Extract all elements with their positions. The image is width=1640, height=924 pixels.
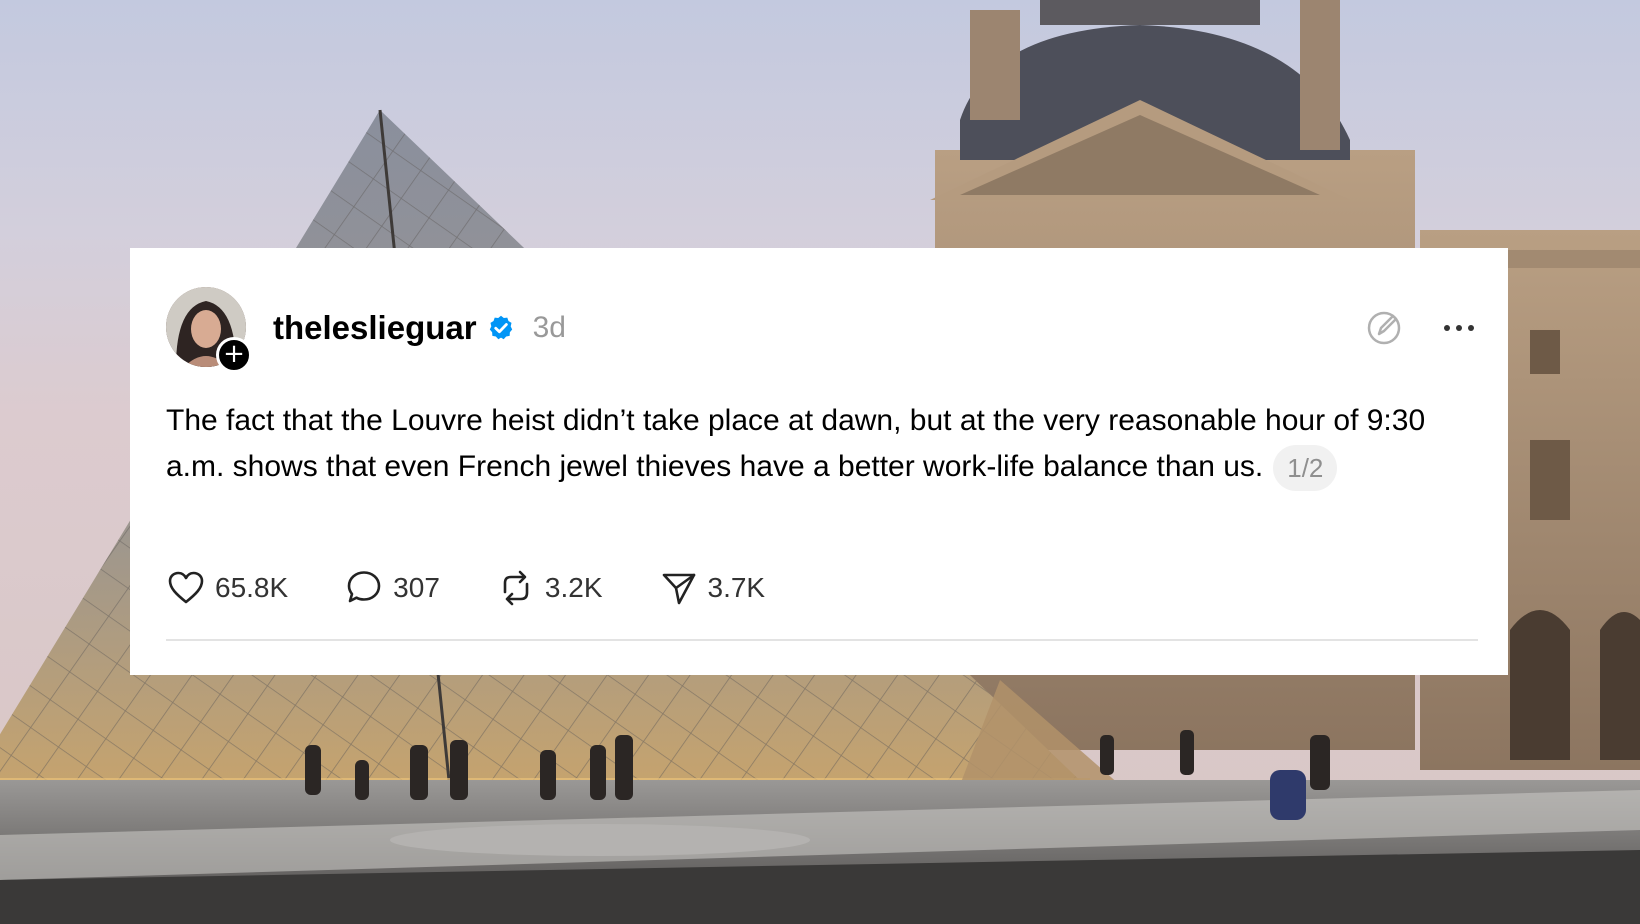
post-header: theleslieguar 3d bbox=[273, 306, 566, 350]
repost-arrows-icon bbox=[503, 570, 529, 606]
thread-indicator[interactable]: 1/2 bbox=[1273, 445, 1338, 492]
heart-icon bbox=[168, 571, 204, 604]
post-timestamp: 3d bbox=[532, 311, 566, 344]
like-count: 65.8K bbox=[215, 572, 289, 603]
post-actions-bar: 65.8K 307 3.2K 3.7K bbox=[166, 568, 821, 608]
more-dots-icon[interactable] bbox=[1440, 308, 1478, 348]
repost-count: 3.2K bbox=[544, 572, 603, 603]
post-body: The fact that the Louvre heist didn’t ta… bbox=[166, 398, 1476, 492]
follow-button[interactable]: + bbox=[216, 337, 252, 373]
background-photo: + theleslieguar 3d The fact that the Lou… bbox=[0, 0, 1640, 924]
username-link[interactable]: theleslieguar bbox=[273, 309, 477, 347]
paper-plane-icon bbox=[662, 573, 695, 605]
edit-circle-icon[interactable] bbox=[1364, 308, 1404, 348]
reply-count: 307 bbox=[393, 572, 440, 603]
post-header-actions bbox=[1364, 308, 1478, 348]
share-button[interactable]: 3.7K bbox=[659, 568, 766, 608]
repost-button[interactable]: 3.2K bbox=[496, 568, 603, 608]
divider bbox=[166, 639, 1478, 641]
like-button[interactable]: 65.8K bbox=[166, 568, 288, 608]
speech-bubble-icon bbox=[347, 571, 381, 603]
share-count: 3.7K bbox=[707, 572, 766, 603]
reply-button[interactable]: 307 bbox=[344, 568, 440, 608]
post-text: The fact that the Louvre heist didn’t ta… bbox=[166, 404, 1426, 483]
avatar[interactable]: + bbox=[166, 287, 252, 373]
verified-badge-icon bbox=[489, 315, 512, 340]
threads-post-card: + theleslieguar 3d The fact that the Lou… bbox=[130, 248, 1508, 675]
